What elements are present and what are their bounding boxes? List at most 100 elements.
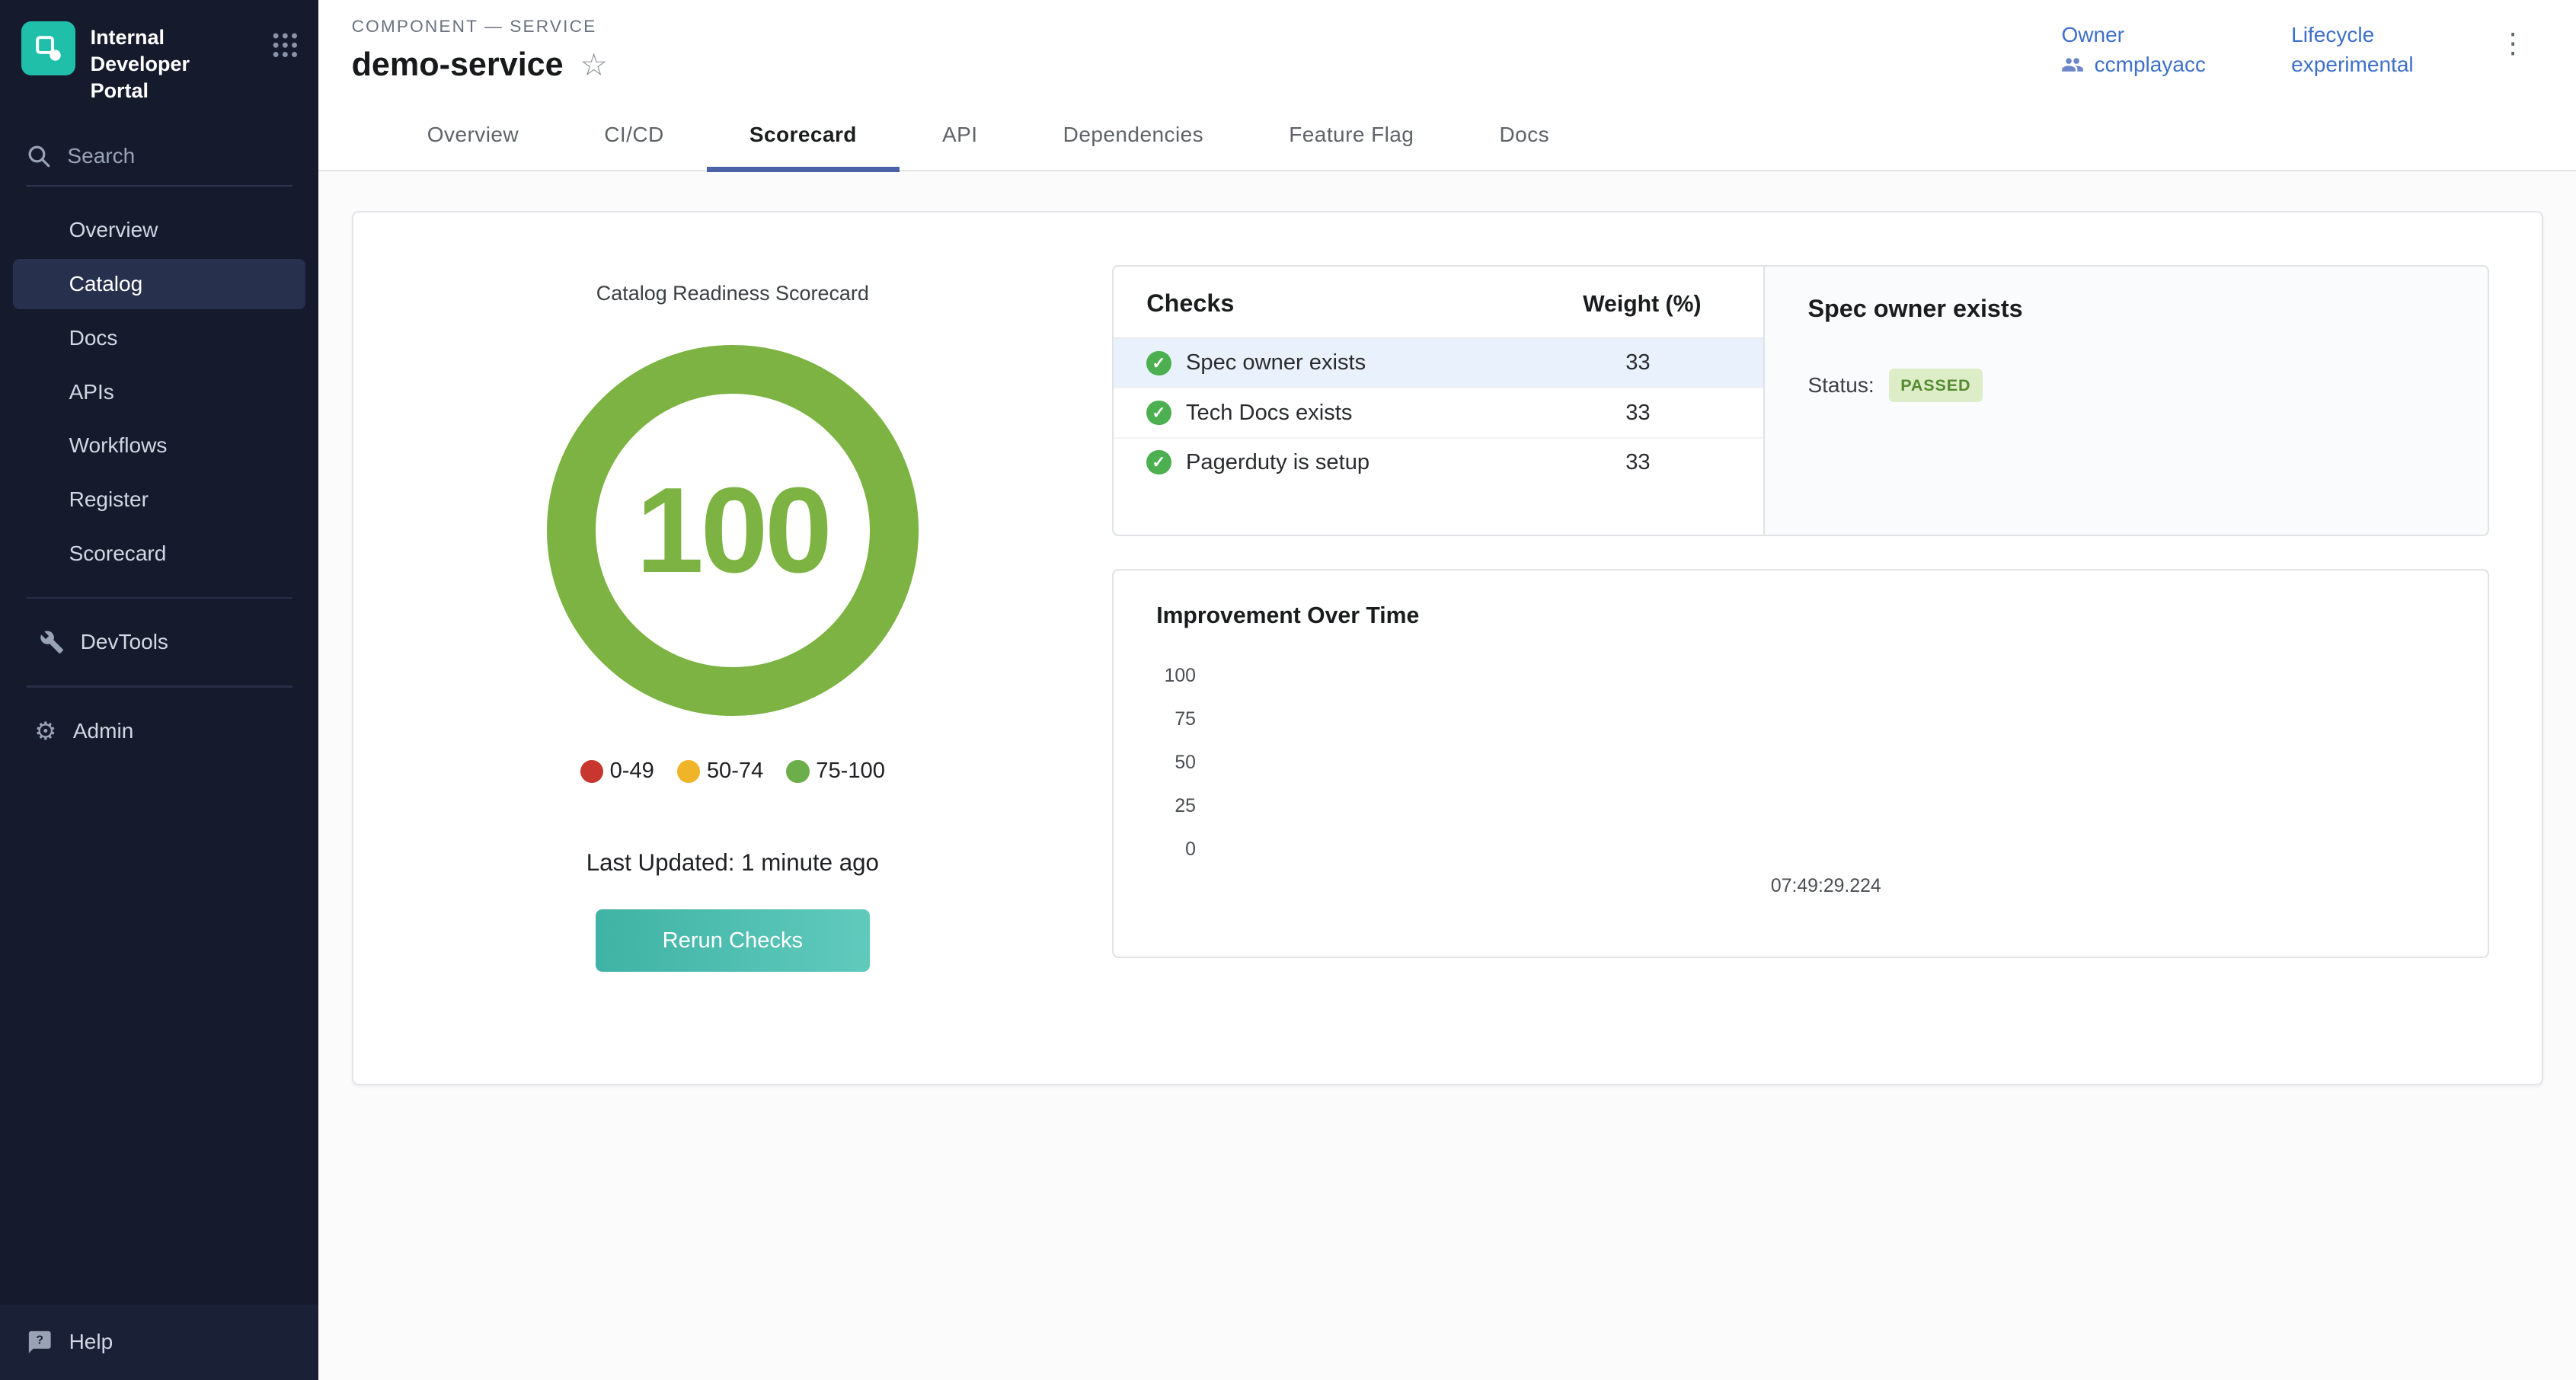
check-row-tech-docs[interactable]: ✓ Tech Docs exists 33 [1114,388,1763,438]
sidebar-item-scorecard[interactable]: Scorecard [13,529,305,580]
tab-docs[interactable]: Docs [1456,103,1592,170]
portal-logo-icon[interactable] [21,21,75,75]
lifecycle-block: Lifecycle experimental [2291,23,2413,76]
check-detail-panel: Spec owner exists Status: PASSED [1763,267,2488,535]
check-weight: 33 [1583,350,1731,375]
legend-label-low: 0-49 [610,759,654,784]
search-label: Search [67,144,135,168]
apps-grid-icon[interactable] [271,21,299,59]
legend-item-high: 75-100 [786,759,884,784]
legend-item-low: 0-49 [580,759,654,784]
tab-dependencies[interactable]: Dependencies [1021,103,1247,170]
checks-header-weight: Weight (%) [1583,292,1731,318]
sidebar-item-devtools[interactable]: DevTools [13,617,305,668]
entity-tabs: Overview CI/CD Scorecard API Dependencie… [318,103,2576,171]
main-area: COMPONENT — SERVICE demo-service ☆ Owner… [318,0,2576,1380]
check-row-pagerduty[interactable]: ✓ Pagerduty is setup 33 [1114,439,1763,487]
check-name: Pagerduty is setup [1186,450,1369,475]
sidebar-item-overview[interactable]: Overview [13,205,305,256]
admin-label: Admin [73,719,133,743]
logo-glyph [32,32,65,65]
score-value: 100 [636,461,829,600]
rerun-checks-button[interactable]: Rerun Checks [596,909,870,972]
tab-content: Catalog Readiness Scorecard 100 0-49 50-… [318,171,2576,1379]
svg-text:?: ? [36,1334,43,1346]
checks-header-title: Checks [1146,289,1234,318]
checks-table-header: Checks Weight (%) [1114,289,1763,339]
score-legend: 0-49 50-74 75-100 [580,759,885,784]
sidebar-nav: Overview Catalog Docs APIs Workflows Reg… [0,203,318,759]
checks-column: Checks Weight (%) ✓ Spec owner exists 33… [1112,265,2489,1017]
brand-title: Internal Developer Portal [91,21,257,104]
chart-y-axis: 100 75 50 25 0 [1153,666,1196,883]
legend-label-mid: 50-74 [707,759,763,784]
entity-title-block: COMPONENT — SERVICE demo-service ☆ [352,17,608,84]
lifecycle-label: Lifecycle [2291,23,2413,47]
y-tick: 25 [1153,796,1196,839]
owner-value: ccmplayacc [2095,53,2206,77]
tab-cicd[interactable]: CI/CD [561,103,707,170]
sidebar-item-workflows[interactable]: Workflows [13,420,305,471]
brand-title-line2: Portal [91,78,257,104]
check-row-spec-owner[interactable]: ✓ Spec owner exists 33 [1114,339,1763,388]
chart-title: Improvement Over Time [1156,603,2445,629]
help-icon: ? [27,1329,53,1356]
owner-link[interactable]: ccmplayacc [2061,53,2206,77]
check-name: Tech Docs exists [1186,401,1352,426]
sidebar: Internal Developer Portal Search [0,0,318,1380]
check-passed-icon: ✓ [1146,401,1171,425]
group-icon [2061,53,2084,76]
checks-table: Checks Weight (%) ✓ Spec owner exists 33… [1114,267,1763,535]
lifecycle-value: experimental [2291,53,2413,77]
check-passed-icon: ✓ [1146,450,1171,474]
sidebar-item-admin[interactable]: ⚙ Admin [13,705,305,756]
scorecard-card: Catalog Readiness Scorecard 100 0-49 50-… [352,211,2543,1085]
y-tick: 50 [1153,752,1196,796]
gauge-column: Catalog Readiness Scorecard 100 0-49 50-… [353,265,1113,1017]
sidebar-item-apis[interactable]: APIs [13,366,305,417]
devtools-label: DevTools [81,630,168,654]
check-weight: 33 [1583,401,1731,426]
tab-scorecard[interactable]: Scorecard [707,103,900,170]
brand: Internal Developer Portal [0,0,318,118]
improvement-chart-card: Improvement Over Time 100 75 50 25 0 07:… [1112,569,2489,958]
legend-dot-green [786,760,809,783]
wrench-icon [40,630,64,654]
sidebar-item-docs[interactable]: Docs [13,312,305,363]
y-tick: 100 [1153,666,1196,709]
favorite-star-icon[interactable]: ☆ [580,50,608,81]
check-status-row: Status: PASSED [1807,369,2445,401]
tab-overview[interactable]: Overview [385,103,561,170]
tab-api[interactable]: API [900,103,1021,170]
search-input[interactable]: Search [27,144,292,187]
sidebar-item-catalog[interactable]: Catalog [13,259,305,310]
legend-label-high: 75-100 [816,759,885,784]
help-label: Help [69,1330,113,1354]
gear-icon: ⚙ [34,719,56,743]
check-detail-title: Spec owner exists [1807,295,2445,323]
status-label: Status: [1807,373,1874,398]
entity-meta: Owner ccmplayacc Lifecycle experimental … [2061,17,2536,77]
owner-label: Owner [2061,23,2206,47]
nav-divider [27,597,292,599]
search-icon [27,144,51,168]
checks-panel: Checks Weight (%) ✓ Spec owner exists 33… [1112,265,2489,536]
check-weight: 33 [1583,450,1731,475]
entity-header: COMPONENT — SERVICE demo-service ☆ Owner… [318,0,2576,84]
check-name: Spec owner exists [1186,350,1366,375]
y-tick: 0 [1153,839,1196,883]
legend-dot-red [580,760,603,783]
scorecard-title: Catalog Readiness Scorecard [596,282,869,305]
app-root: Internal Developer Portal Search [0,0,2576,1380]
status-badge: PASSED [1889,369,1982,401]
legend-item-mid: 50-74 [677,759,763,784]
sidebar-item-help[interactable]: ? Help [0,1305,318,1380]
legend-dot-amber [677,760,700,783]
nav-divider [27,685,292,687]
owner-block: Owner ccmplayacc [2061,23,2206,76]
score-gauge: 100 [547,345,918,716]
sidebar-item-register[interactable]: Register [13,474,305,525]
tab-feature-flag[interactable]: Feature Flag [1246,103,1456,170]
last-updated-text: Last Updated: 1 minute ago [586,849,879,877]
more-options-kebab-icon[interactable]: ⋮ [2499,23,2537,59]
